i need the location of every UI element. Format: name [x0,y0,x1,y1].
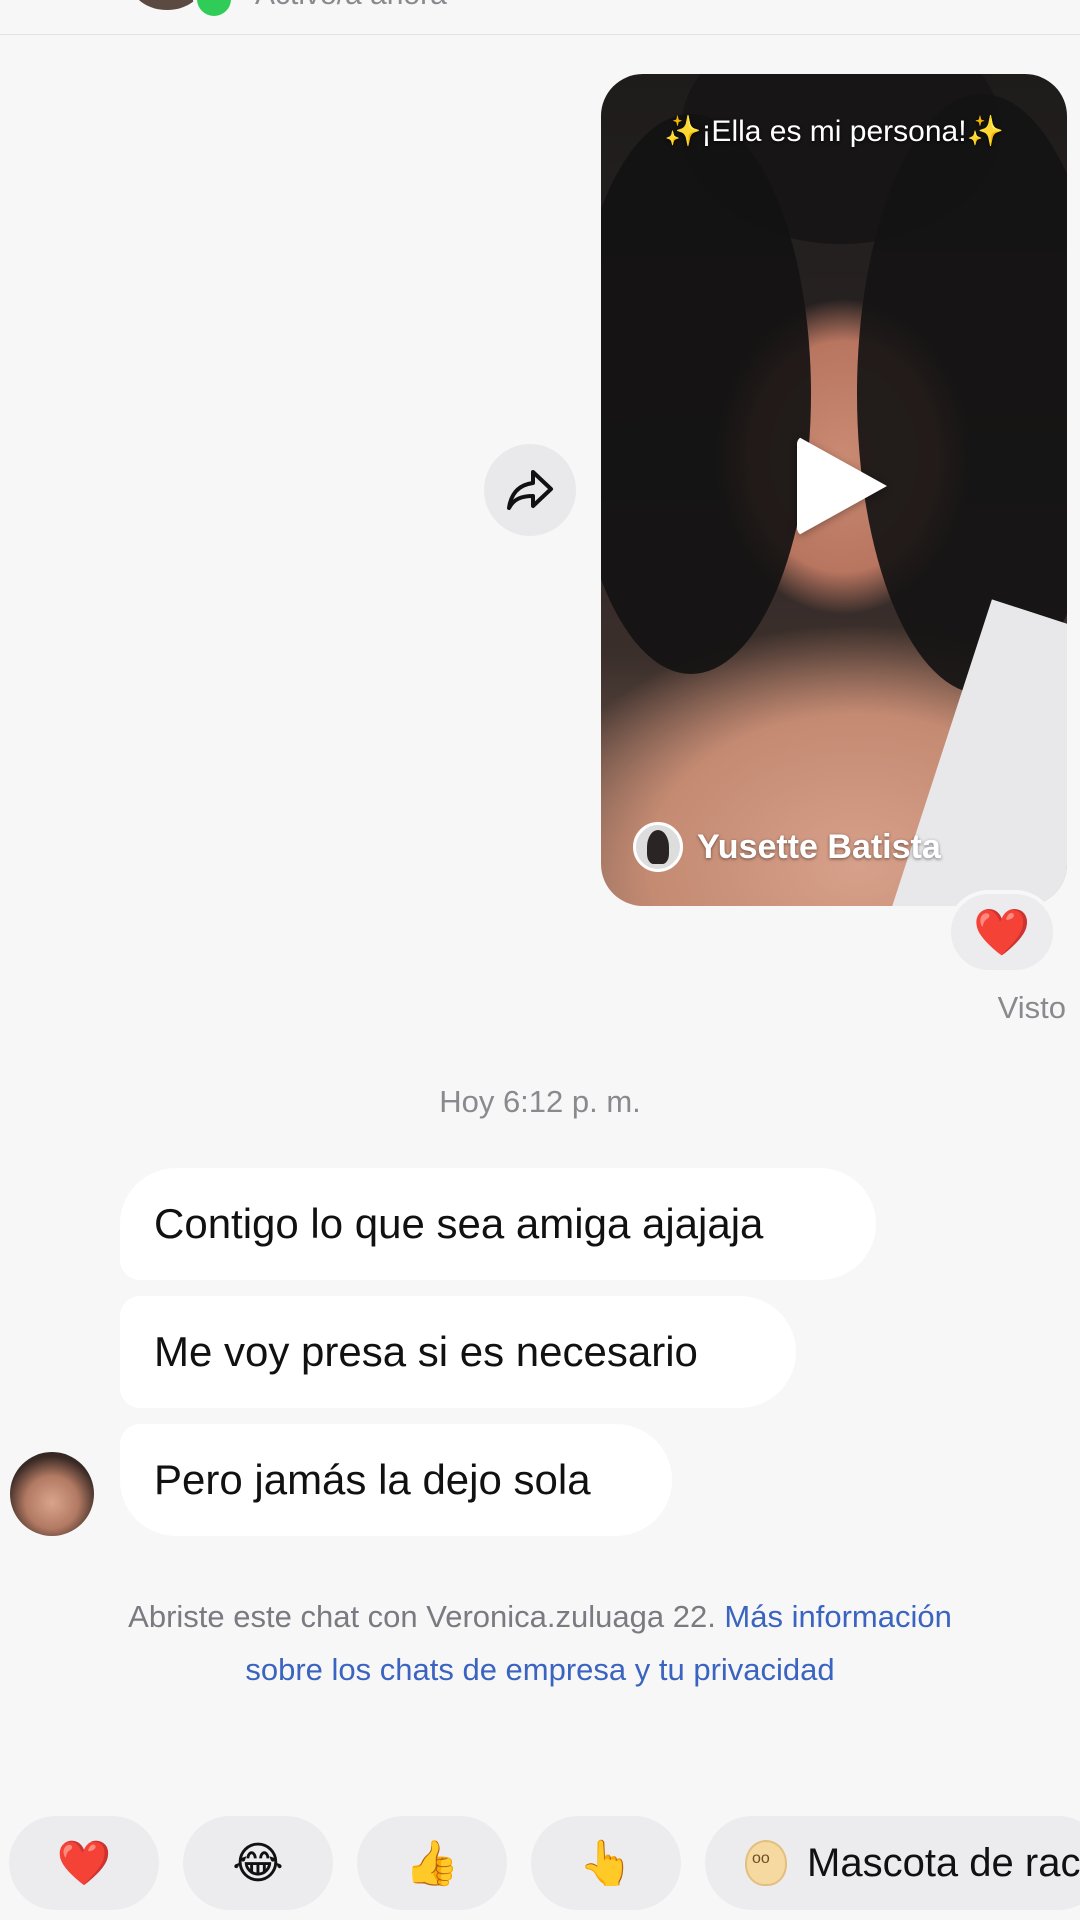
author-avatar [633,822,683,872]
quick-reply-mascot[interactable]: Mascota de rac [705,1816,1080,1910]
online-status-dot [193,0,235,20]
video-author[interactable]: Yusette Batista [633,822,941,872]
quick-reply-label: Mascota de rac [807,1840,1080,1885]
heart-icon: ❤️ [973,906,1031,958]
play-icon[interactable] [797,436,887,536]
quick-reply-point-up[interactable]: 👆 [531,1816,681,1910]
thumbs-up-icon: 👍 [404,1839,460,1888]
mascot-icon [745,1840,787,1886]
sparkle-icon: ✨ [966,115,1004,148]
shared-video-card[interactable]: ✨¡Ella es mi persona!✨ Yusette Batista [601,74,1067,906]
quick-reply-bar: ❤️ 😂 👍 👆 Mascota de rac [0,1816,1080,1910]
message-bubble[interactable]: Contigo lo que sea amiga ajajaja [120,1168,876,1280]
chat-header: Activo/a ahora [0,0,1080,35]
message-timestamp: Hoy 6:12 p. m. [439,1084,641,1119]
video-caption: ✨¡Ella es mi persona!✨ [664,115,1004,148]
author-name: Yusette Batista [697,827,941,866]
heart-icon: ❤️ [56,1839,112,1888]
pointing-up-icon: 👆 [578,1839,634,1888]
contact-status: Activo/a ahora [255,0,447,12]
business-chat-info: Abriste este chat con Veronica.zuluaga 2… [128,1599,952,1687]
contact-avatar[interactable] [132,0,202,10]
sparkle-icon: ✨ [664,115,702,148]
sender-avatar[interactable] [10,1452,94,1536]
reaction-badge[interactable]: ❤️ [947,890,1057,974]
share-button[interactable] [484,444,576,536]
message-bubble[interactable]: Me voy presa si es necesario [120,1296,796,1408]
message-bubble[interactable]: Pero jamás la dejo sola [120,1424,672,1536]
seen-label: Visto [997,990,1066,1025]
share-arrow-icon [507,470,553,510]
laughing-emoji-icon: 😂 [232,1838,284,1888]
quick-reply-laugh[interactable]: 😂 [183,1816,333,1910]
quick-reply-heart[interactable]: ❤️ [9,1816,159,1910]
quick-reply-thumbs-up[interactable]: 👍 [357,1816,507,1910]
